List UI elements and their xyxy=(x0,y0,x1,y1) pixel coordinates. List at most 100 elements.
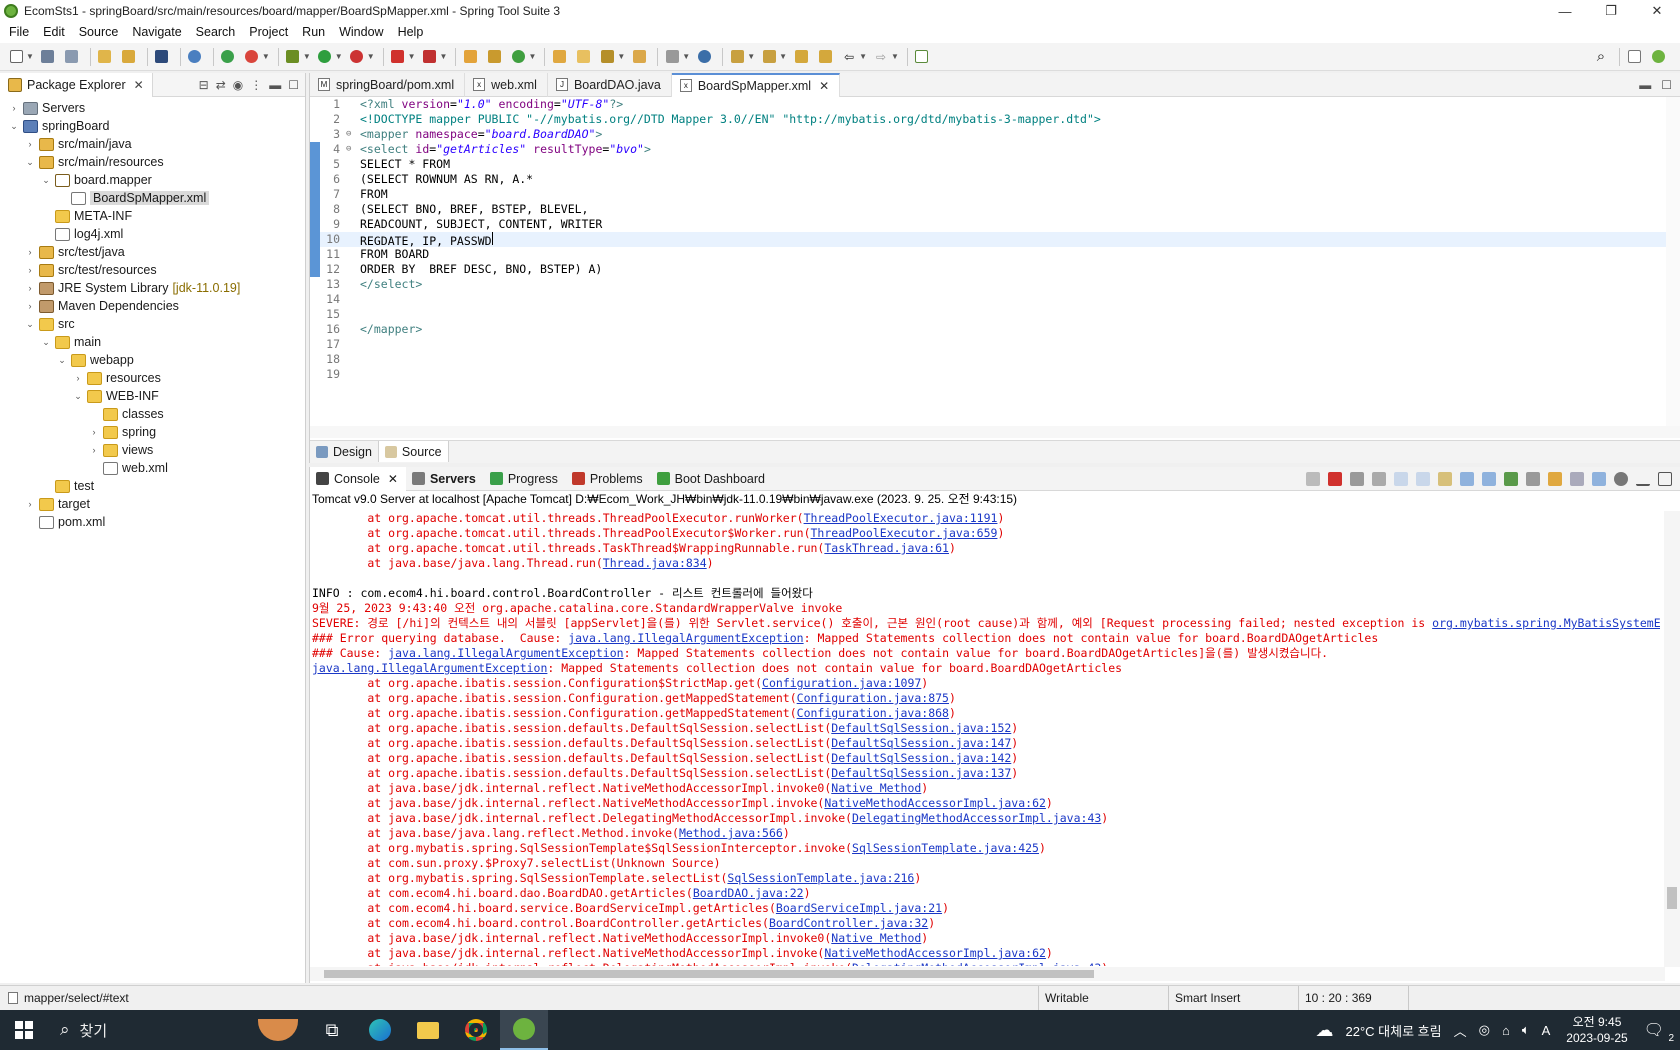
new-console-icon[interactable] xyxy=(1548,471,1562,486)
show-stderr-icon[interactable] xyxy=(1482,471,1496,486)
terminal-icon[interactable] xyxy=(152,47,172,67)
stack-trace-link[interactable]: Thread.java:834 xyxy=(603,556,707,570)
maximize-button[interactable]: ❐ xyxy=(1588,0,1634,22)
tree-item[interactable]: ⌄ springBoard xyxy=(0,117,305,135)
stack-trace-link[interactable]: BoardDAO.java:22 xyxy=(693,886,804,900)
mark-occurrences-icon[interactable] xyxy=(629,47,649,67)
menu-navigate[interactable]: Navigate xyxy=(125,22,188,43)
tab-problems[interactable]: Problems xyxy=(566,467,651,491)
debug-icon[interactable] xyxy=(283,47,303,67)
tree-item[interactable]: › src/test/java xyxy=(0,243,305,261)
stack-trace-link[interactable]: ThreadPoolExecutor.java:659 xyxy=(811,526,998,540)
close-icon[interactable]: ✕ xyxy=(819,79,829,93)
stack-trace-link[interactable]: NativeMethodAccessorImpl.java:62 xyxy=(824,796,1046,810)
terminate-icon[interactable] xyxy=(1328,471,1342,486)
weather-icon[interactable]: ☁ xyxy=(1310,1020,1340,1041)
open-type-icon[interactable] xyxy=(95,47,115,67)
collapsed-arrow-icon[interactable]: › xyxy=(24,139,36,149)
boot-start-icon[interactable] xyxy=(218,47,238,67)
show-stdout-icon[interactable] xyxy=(1460,471,1474,486)
tab-boot-dashboard[interactable]: Boot Dashboard xyxy=(651,467,773,491)
scroll-thumb[interactable] xyxy=(1667,887,1677,909)
tab-console[interactable]: Console ✕ xyxy=(310,466,406,491)
volume-icon[interactable]: 🔈︎ xyxy=(1516,1022,1536,1038)
stack-trace-link[interactable]: DefaultSqlSession.java:147 xyxy=(831,736,1011,750)
maximize-view-icon[interactable]: ☐ xyxy=(288,78,299,92)
tree-item[interactable]: › resources xyxy=(0,369,305,387)
collapsed-arrow-icon[interactable]: › xyxy=(24,247,36,257)
editor-vertical-scrollbar[interactable] xyxy=(1666,97,1680,427)
console-output[interactable]: at org.apache.tomcat.util.threads.Thread… xyxy=(310,511,1660,966)
tree-item[interactable]: web.xml xyxy=(0,459,305,477)
globe-icon[interactable] xyxy=(694,47,714,67)
external-tools-icon[interactable] xyxy=(420,47,440,67)
minimize-console-icon[interactable] xyxy=(1636,472,1650,486)
clock[interactable]: 오전 9:45 2023-09-25 xyxy=(1556,1014,1637,1046)
menu-window[interactable]: Window xyxy=(332,22,390,43)
close-icon[interactable]: ✕ xyxy=(134,78,144,92)
stack-trace-link[interactable]: SqlSessionTemplate.java:425 xyxy=(852,841,1039,855)
edge-browser-icon[interactable] xyxy=(356,1010,404,1050)
view-menu-icon[interactable]: ⋮ xyxy=(250,78,262,92)
menu-search[interactable]: Search xyxy=(189,22,243,43)
editor-tab[interactable]: x web.xml xyxy=(465,72,548,97)
editor-mode-tab-source[interactable]: Source xyxy=(378,441,449,462)
display-console-icon[interactable] xyxy=(1526,471,1540,486)
run-icon[interactable] xyxy=(315,47,335,67)
weather-text[interactable]: 22°C 대체로 흐림 xyxy=(1340,1021,1448,1040)
stack-trace-link[interactable]: Configuration.java:875 xyxy=(797,691,949,705)
stack-trace-link[interactable]: DelegatingMethodAccessorImpl.java:43 xyxy=(852,811,1101,825)
new-icon[interactable] xyxy=(6,47,26,67)
windows-start-button[interactable] xyxy=(0,1010,48,1050)
prev-annotation-icon[interactable] xyxy=(759,47,779,67)
chrome-icon[interactable] xyxy=(452,1010,500,1050)
menu-run[interactable]: Run xyxy=(295,22,332,43)
tree-item[interactable]: › spring xyxy=(0,423,305,441)
pin-editor-icon[interactable] xyxy=(912,47,932,67)
console-vertical-scrollbar[interactable] xyxy=(1664,511,1680,967)
stack-trace-link[interactable]: DefaultSqlSession.java:142 xyxy=(831,751,1011,765)
expanded-arrow-icon[interactable]: ⌄ xyxy=(56,355,68,366)
back-icon[interactable]: ⇦ xyxy=(839,47,859,67)
tree-item[interactable]: › src/test/resources xyxy=(0,261,305,279)
tree-item[interactable]: › src/main/java xyxy=(0,135,305,153)
tree-item[interactable]: › Maven Dependencies xyxy=(0,297,305,315)
editor-tab[interactable]: x BoardSpMapper.xml ✕ xyxy=(671,72,841,97)
tree-item[interactable]: classes xyxy=(0,405,305,423)
coverage-icon[interactable] xyxy=(347,47,367,67)
expanded-arrow-icon[interactable]: ⌄ xyxy=(40,337,52,348)
spring-tool-suite-taskbar-icon[interactable] xyxy=(500,1010,548,1050)
notification-icon[interactable]: 🗨︎ 2 xyxy=(1638,1020,1680,1044)
pin-console-icon[interactable] xyxy=(1504,471,1518,486)
maximize-console-icon[interactable] xyxy=(1658,471,1672,486)
editor-tab[interactable]: MspringBoard/pom.xml xyxy=(310,72,466,97)
console-horizontal-scrollbar[interactable] xyxy=(310,967,1665,981)
menu-source[interactable]: Source xyxy=(72,22,126,43)
editor-horizontal-scrollbar[interactable] xyxy=(310,426,1680,438)
stack-trace-link[interactable]: Native Method xyxy=(831,781,921,795)
link-with-editor-icon[interactable]: ⇄ xyxy=(216,78,226,92)
search-icon[interactable]: ⌕ xyxy=(1591,47,1611,67)
remove-launch-icon[interactable] xyxy=(1350,471,1364,486)
taskbar-search[interactable]: ⌕ 찾기 xyxy=(48,1010,248,1050)
task-view-icon[interactable]: ⧉ xyxy=(308,1010,356,1050)
collapsed-arrow-icon[interactable]: › xyxy=(88,445,100,455)
stack-trace-link[interactable]: java.lang.IllegalArgumentException xyxy=(388,646,623,660)
tree-item[interactable]: ⌄ webapp xyxy=(0,351,305,369)
stack-trace-link[interactable]: Method.java:566 xyxy=(679,826,783,840)
expanded-arrow-icon[interactable]: ⌄ xyxy=(24,157,36,168)
tree-item[interactable]: ⌄ WEB-INF xyxy=(0,387,305,405)
tree-item[interactable]: › JRE System Library [jdk-11.0.19] xyxy=(0,279,305,297)
collapsed-arrow-icon[interactable]: › xyxy=(24,265,36,275)
fold-marker[interactable]: ⊖ xyxy=(346,127,356,142)
stack-trace-link[interactable]: Native Method xyxy=(831,931,921,945)
copy-icon[interactable] xyxy=(1570,471,1584,486)
expanded-arrow-icon[interactable]: ⌄ xyxy=(72,391,84,402)
new-java-project-icon[interactable] xyxy=(460,47,480,67)
tree-item[interactable]: › views xyxy=(0,441,305,459)
boot-restart-icon[interactable] xyxy=(242,47,262,67)
stack-trace-link[interactable]: ThreadPoolExecutor.java:1191 xyxy=(804,511,998,525)
menu-edit[interactable]: Edit xyxy=(36,22,72,43)
tree-item[interactable]: BoardSpMapper.xml xyxy=(0,189,305,207)
expanded-arrow-icon[interactable]: ⌄ xyxy=(8,121,20,132)
